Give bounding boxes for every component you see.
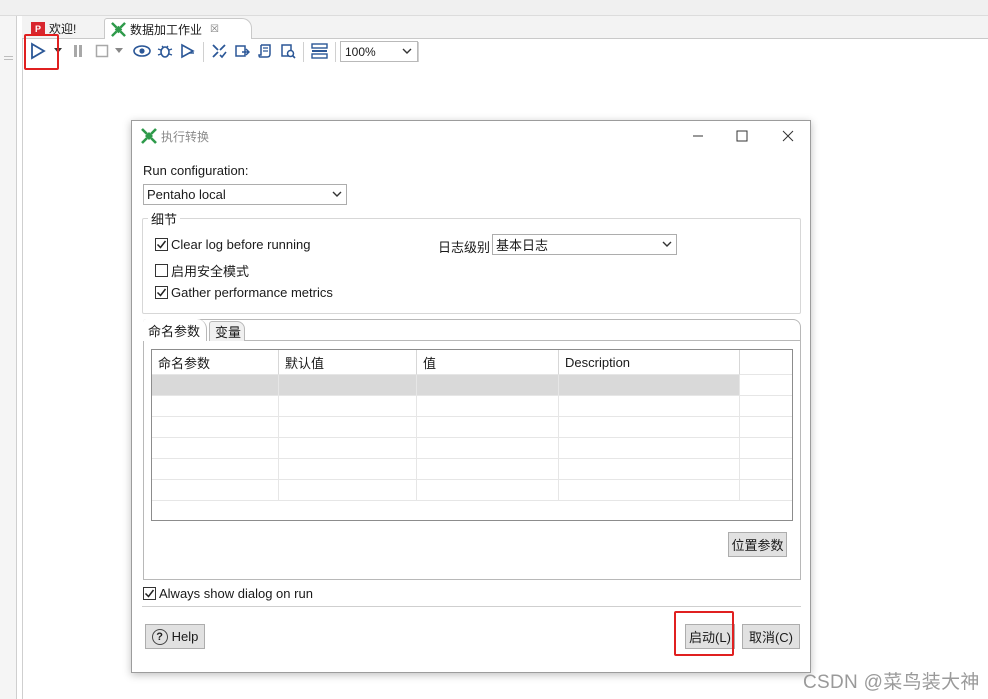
table-cell[interactable] bbox=[152, 417, 279, 438]
table-cell[interactable] bbox=[559, 438, 740, 459]
editor-tab-bar: P 欢迎! 数据加工作业 ☒ bbox=[22, 16, 988, 39]
help-button-label: Help bbox=[171, 629, 199, 644]
tab-named-params[interactable]: 命名参数 bbox=[143, 319, 207, 341]
sql-icon[interactable] bbox=[255, 39, 275, 63]
table-cell[interactable] bbox=[279, 459, 417, 480]
top-band bbox=[0, 0, 988, 16]
checkbox-checked-icon bbox=[155, 238, 168, 251]
table-cell[interactable] bbox=[559, 417, 740, 438]
cancel-button[interactable]: 取消(C) bbox=[742, 624, 800, 649]
table-cell[interactable] bbox=[417, 396, 559, 417]
log-level-select[interactable]: 基本日志 bbox=[492, 234, 677, 255]
run-configuration-value: Pentaho local bbox=[147, 187, 226, 202]
start-highlight-box bbox=[674, 611, 734, 656]
table-cell[interactable] bbox=[417, 480, 559, 501]
tab-variables-label: 变量 bbox=[215, 325, 242, 340]
stop-dropdown-icon[interactable] bbox=[114, 39, 124, 63]
tab-data-job[interactable]: 数据加工作业 ☒ bbox=[104, 18, 252, 39]
clear-log-label: Clear log before running bbox=[171, 237, 311, 252]
tab-variables[interactable]: 变量 bbox=[209, 321, 245, 341]
replay-icon[interactable] bbox=[178, 39, 198, 63]
impact-icon[interactable] bbox=[232, 39, 252, 63]
debug-icon[interactable] bbox=[155, 39, 175, 63]
table-cell[interactable] bbox=[559, 396, 740, 417]
table-cell[interactable] bbox=[279, 396, 417, 417]
gather-metrics-checkbox[interactable]: Gather performance metrics bbox=[155, 285, 333, 300]
always-show-label: Always show dialog on run bbox=[159, 586, 313, 601]
table-cell[interactable] bbox=[417, 417, 559, 438]
checkbox-unchecked-icon bbox=[155, 264, 168, 277]
table-cell-filler bbox=[740, 480, 792, 501]
log-level-value: 基本日志 bbox=[496, 238, 549, 253]
column-header-filler bbox=[740, 350, 792, 375]
chevron-down-icon bbox=[332, 191, 342, 197]
zoom-select[interactable]: 100% bbox=[340, 41, 418, 62]
close-button[interactable] bbox=[779, 127, 797, 145]
table-cell[interactable] bbox=[559, 480, 740, 501]
table-cell[interactable] bbox=[152, 375, 279, 396]
execute-transformation-dialog: 执行转换 Run configuration: Pentaho local 细节… bbox=[131, 120, 811, 673]
job-icon bbox=[111, 21, 126, 37]
safe-mode-checkbox[interactable]: 启用安全模式 bbox=[155, 261, 249, 280]
verify-icon[interactable] bbox=[209, 39, 229, 63]
column-header[interactable]: Description bbox=[559, 350, 740, 375]
table-cell[interactable] bbox=[279, 417, 417, 438]
pause-icon[interactable] bbox=[68, 39, 88, 63]
checkbox-checked-icon bbox=[143, 587, 156, 600]
show-results-icon[interactable] bbox=[309, 39, 329, 63]
chevron-down-icon bbox=[402, 48, 412, 54]
table-cell[interactable] bbox=[152, 480, 279, 501]
table-cell[interactable] bbox=[152, 459, 279, 480]
column-header[interactable]: 默认值 bbox=[279, 350, 417, 375]
table-cell-filler bbox=[740, 459, 792, 480]
help-button[interactable]: ? Help bbox=[145, 624, 205, 649]
kettle-app-icon bbox=[141, 128, 157, 144]
explore-db-icon[interactable] bbox=[278, 39, 298, 63]
table-cell[interactable] bbox=[279, 438, 417, 459]
toolbar: 100% bbox=[22, 39, 988, 65]
table-cell-filler bbox=[740, 417, 792, 438]
table-cell[interactable] bbox=[417, 438, 559, 459]
log-level-label: 日志级别 bbox=[438, 240, 491, 255]
watermark: CSDN @菜鸟装大神 bbox=[803, 672, 980, 693]
table-cell[interactable] bbox=[417, 375, 559, 396]
dialog-title-bar[interactable]: 执行转换 bbox=[132, 121, 810, 151]
always-show-checkbox[interactable]: Always show dialog on run bbox=[143, 586, 313, 601]
position-params-button[interactable]: 位置参数 bbox=[728, 532, 787, 557]
safe-mode-label: 启用安全模式 bbox=[171, 264, 250, 279]
gather-metrics-label: Gather performance metrics bbox=[171, 285, 333, 300]
table-cell-filler bbox=[740, 375, 792, 396]
tab-named-params-label: 命名参数 bbox=[148, 323, 201, 339]
tab-close-icon[interactable]: ☒ bbox=[210, 24, 219, 35]
params-table[interactable]: 命名参数 默认值 值 Description bbox=[151, 349, 793, 521]
table-cell[interactable] bbox=[417, 459, 559, 480]
clear-log-checkbox[interactable]: Clear log before running bbox=[155, 237, 310, 252]
run-configuration-label: Run configuration: bbox=[143, 163, 249, 178]
table-cell[interactable] bbox=[152, 438, 279, 459]
dialog-title: 执行转换 bbox=[161, 129, 210, 144]
preview-icon[interactable] bbox=[132, 39, 152, 63]
tab-data-job-label: 数据加工作业 bbox=[130, 22, 203, 37]
zoom-value: 100% bbox=[345, 44, 376, 59]
table-cell[interactable] bbox=[152, 396, 279, 417]
table-cell-filler bbox=[740, 396, 792, 417]
table-cell[interactable] bbox=[559, 459, 740, 480]
run-highlight-box bbox=[24, 34, 59, 70]
stop-icon[interactable] bbox=[92, 39, 112, 63]
maximize-button[interactable] bbox=[733, 127, 751, 145]
minimize-button[interactable] bbox=[689, 127, 707, 145]
table-cell[interactable] bbox=[279, 375, 417, 396]
help-icon: ? bbox=[151, 628, 168, 645]
left-panel-edge bbox=[0, 16, 17, 699]
details-group-title: 细节 bbox=[148, 209, 181, 228]
table-cell[interactable] bbox=[279, 480, 417, 501]
table-cell-filler bbox=[740, 438, 792, 459]
checkbox-checked-icon bbox=[155, 286, 168, 299]
run-configuration-select[interactable]: Pentaho local bbox=[143, 184, 347, 205]
chevron-down-icon bbox=[662, 241, 672, 247]
table-cell[interactable] bbox=[559, 375, 740, 396]
column-header[interactable]: 命名参数 bbox=[152, 350, 279, 375]
column-header[interactable]: 值 bbox=[417, 350, 559, 375]
